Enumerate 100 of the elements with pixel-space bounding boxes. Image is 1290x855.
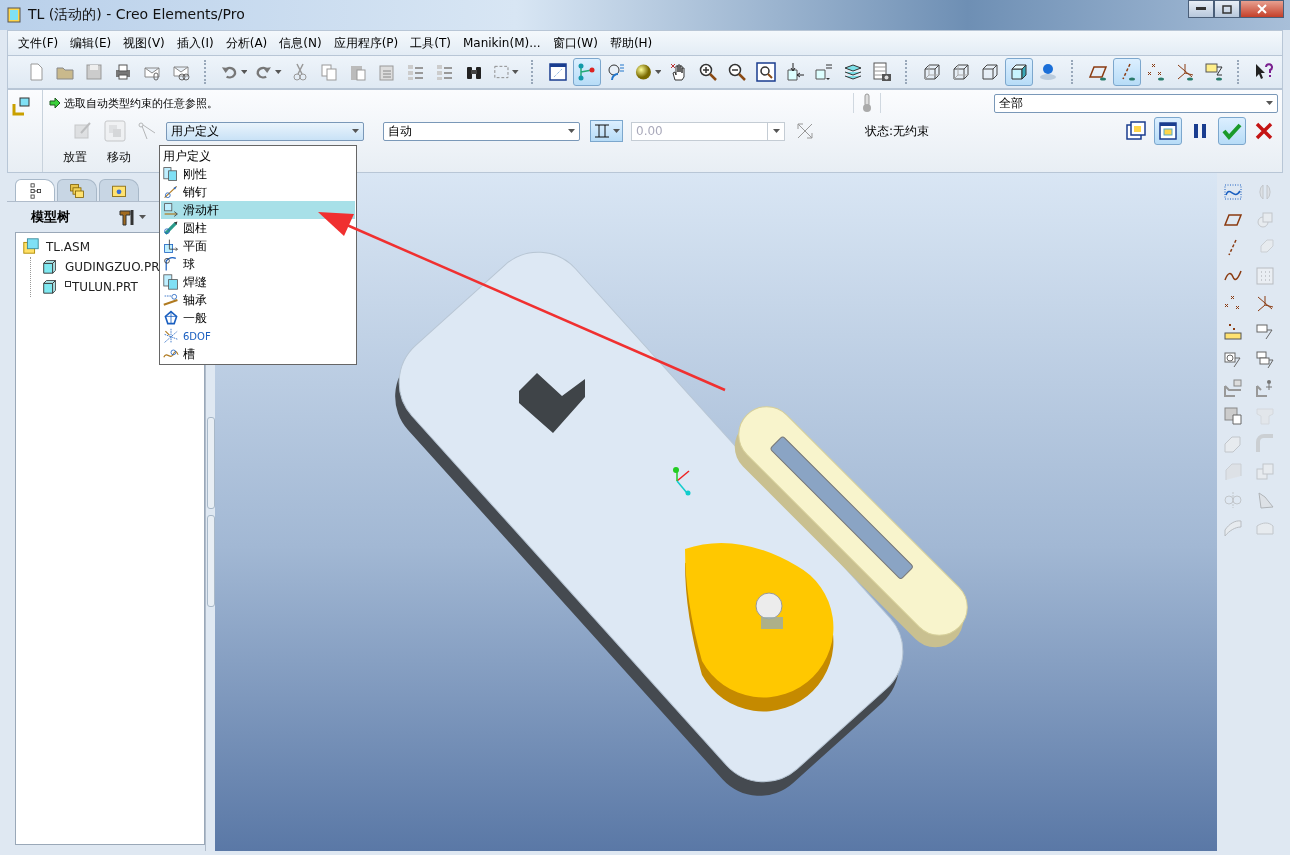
globe-pin-icon — [1038, 62, 1059, 82]
tree-structure-icon — [27, 182, 43, 199]
app-icon — [6, 7, 22, 23]
flag-icon — [65, 281, 71, 287]
menu-item[interactable]: 焊缝 — [161, 273, 355, 291]
panel-title: 模型树 — [31, 208, 70, 226]
menu-item[interactable]: 一般 — [161, 309, 355, 327]
menu-item[interactable]: 工具(T) — [404, 34, 457, 52]
filter-dropdown[interactable]: 全部 — [994, 93, 1278, 113]
shaded-cube-button[interactable] — [1005, 58, 1034, 86]
coordinate-axes-drawing — [673, 467, 691, 496]
table-camera-icon — [872, 62, 893, 82]
menu-item[interactable]: 圆柱 — [161, 219, 355, 237]
planar-icon — [163, 238, 179, 254]
pattern-icon — [1255, 461, 1276, 482]
ball-icon — [163, 256, 179, 272]
bearing-icon — [163, 292, 179, 308]
splitter-handle[interactable] — [206, 417, 215, 509]
printer-icon — [113, 62, 133, 82]
tools-icon — [117, 207, 137, 227]
assembly-icon — [22, 236, 40, 255]
network-icon — [163, 310, 179, 326]
axis-button[interactable] — [1113, 58, 1142, 86]
menu-item[interactable]: 信息(N) — [273, 34, 328, 52]
folders-icon — [69, 182, 85, 199]
preview-window-button[interactable] — [1154, 117, 1182, 145]
preview-window-icon — [1126, 121, 1146, 141]
dashboard-tab[interactable]: 移动 — [107, 148, 131, 166]
thermometer-icon — [862, 93, 872, 113]
axes-icon — [163, 328, 179, 344]
node-icon — [576, 62, 597, 82]
tree-item[interactable]: GUDINGZUO.PR — [65, 260, 160, 274]
coincident-icon — [593, 123, 611, 139]
pin-icon — [163, 184, 179, 200]
sphere-icon — [633, 62, 653, 82]
checkmark-icon — [1222, 121, 1242, 141]
maximize-button[interactable] — [1214, 0, 1240, 18]
menu-item[interactable]: 文件(F) — [12, 34, 65, 52]
menu-item[interactable]: 编辑(E) — [64, 34, 118, 52]
caret-icon — [613, 129, 620, 133]
menu-item[interactable]: 视图(V) — [117, 34, 171, 52]
menu-item[interactable]: 6DOF — [161, 327, 355, 345]
menu-item[interactable]: Manikin(M)... — [456, 36, 547, 50]
menu-item[interactable]: 轴承 — [161, 291, 355, 309]
node-button[interactable] — [572, 58, 601, 86]
chamfer-icon — [1223, 461, 1244, 482]
tree-item[interactable]: TL.ASM — [46, 240, 90, 254]
menu-item[interactable]: 分析(A) — [219, 34, 274, 52]
round-icon — [1255, 433, 1276, 454]
slider-icon — [163, 202, 179, 218]
box-arrow-icon — [1255, 321, 1276, 342]
box-arrow-icon — [1223, 349, 1244, 370]
close-button[interactable] — [1240, 0, 1284, 18]
flip-icon — [795, 121, 815, 141]
splitter-handle[interactable] — [206, 515, 215, 607]
minimize-icon — [1196, 7, 1206, 11]
navigator-tab[interactable] — [57, 179, 97, 201]
caret-icon — [275, 70, 282, 74]
dropdown-button[interactable] — [767, 121, 785, 141]
extrude-icon — [1223, 377, 1244, 398]
checkmark-button[interactable] — [1218, 117, 1246, 145]
menu-item[interactable]: 滑动杆 — [161, 201, 355, 219]
close-icon — [1257, 4, 1267, 14]
clipboard-list-icon — [376, 62, 397, 82]
tree-item[interactable]: TULUN.PRT — [72, 280, 138, 294]
cylinder-icon — [163, 220, 179, 236]
menu-item[interactable]: 窗口(W) — [546, 34, 604, 52]
layers-icon — [843, 62, 864, 82]
navigator-tab[interactable] — [15, 179, 55, 201]
menu-item[interactable]: 刚性 — [161, 165, 355, 183]
menu-item[interactable]: 球 — [161, 255, 355, 273]
window-icon — [547, 62, 568, 82]
caret-icon — [772, 129, 780, 133]
cube-label-icon — [814, 62, 835, 82]
sweep-icon — [1223, 405, 1244, 426]
surface-icon — [1223, 517, 1244, 538]
zoom-out-icon — [727, 62, 748, 82]
menu-item[interactable]: 销钉 — [161, 183, 355, 201]
menu-item[interactable]: 槽 — [161, 345, 355, 363]
assembly-constraint-icon — [12, 96, 32, 116]
mirror-icon — [1223, 489, 1244, 510]
rigid-icon — [163, 166, 179, 182]
constraint-dropdown[interactable]: 自动 — [383, 121, 580, 141]
status-text: 状态:无约束 — [865, 122, 930, 140]
minimize-button[interactable] — [1188, 0, 1214, 18]
menu-item[interactable]: 插入(I) — [170, 34, 220, 52]
zoom-in-icon — [698, 62, 719, 82]
shell-icon — [1223, 433, 1244, 454]
menu-item[interactable]: 用户定义 — [161, 147, 355, 165]
menu-item[interactable]: 应用程序(P) — [327, 34, 405, 52]
menu-item[interactable]: 帮助(H) — [603, 34, 659, 52]
dashboard-tab[interactable]: 放置 — [63, 148, 87, 166]
flip-toggle-button[interactable] — [590, 120, 623, 142]
menu-item[interactable]: 平面 — [161, 237, 355, 255]
close-icon — [1254, 121, 1274, 141]
constraint-type-dropdown[interactable]: 用户定义 — [166, 121, 364, 141]
caret-icon — [512, 70, 520, 74]
caret-icon — [240, 70, 248, 74]
caret-icon — [139, 215, 146, 219]
wireframe-cube-icon — [951, 62, 972, 82]
